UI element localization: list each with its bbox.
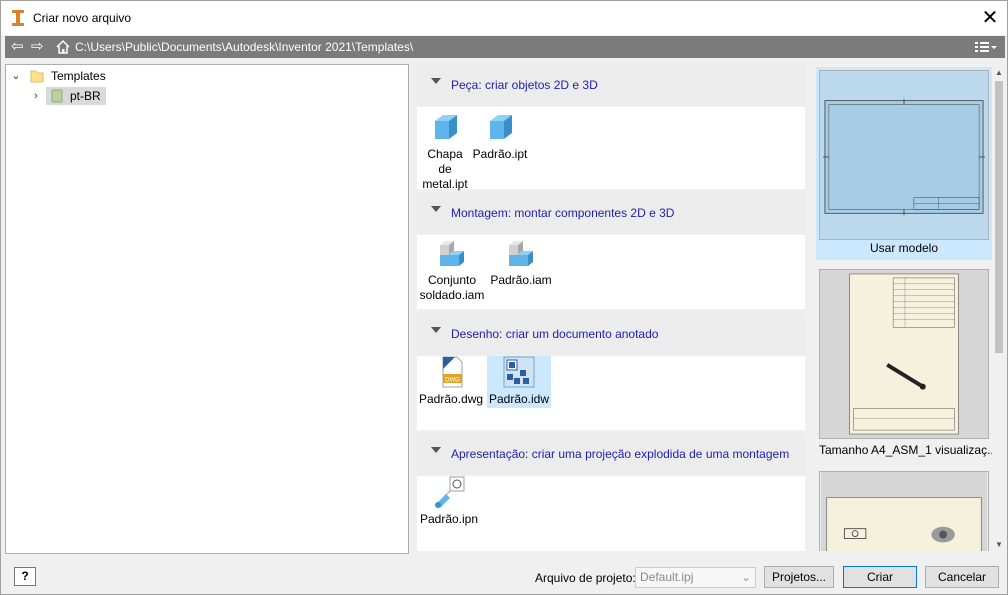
close-icon: ✕ xyxy=(981,7,999,29)
template-label: Padrão.ipt xyxy=(472,147,528,161)
tree-item-label: pt-BR xyxy=(70,89,101,103)
folder-icon xyxy=(30,70,44,83)
collapse-triangle-icon[interactable] xyxy=(431,447,441,453)
template-label: Padrão.dwg xyxy=(419,392,484,406)
back-arrow-icon[interactable]: ⇦ xyxy=(11,39,29,55)
template-categories: Peça: criar objetos 2D e 3D Chapa de met… xyxy=(417,64,805,551)
project-file-select[interactable]: Default.ipj ⌄ xyxy=(635,567,756,588)
tree-item-pt-br[interactable]: › pt-BR xyxy=(6,86,408,106)
view-options-icon[interactable] xyxy=(973,39,999,55)
help-icon: ? xyxy=(21,569,29,583)
window-title: Criar novo arquivo xyxy=(33,11,132,25)
template-item-selected[interactable]: Padrão.idw xyxy=(487,356,551,408)
scroll-thumb[interactable] xyxy=(995,81,1003,353)
category-header-part[interactable]: Peça: criar objetos 2D e 3D xyxy=(417,64,805,106)
template-label: Conjunto soldado.iam xyxy=(419,273,485,302)
category-header-drawing[interactable]: Desenho: criar um documento anotado xyxy=(417,313,805,355)
template-item[interactable]: Padrão.ipt xyxy=(471,111,529,162)
collapse-triangle-icon[interactable] xyxy=(431,78,441,84)
assembly-icon xyxy=(509,241,533,266)
template-item[interactable]: Chapa de metal.ipt xyxy=(419,111,471,192)
preview-item[interactable]: Tamanho A4_ASM_1 visualizaç... xyxy=(816,267,992,462)
sheet-preview-image xyxy=(819,70,989,240)
folder-tree: ⌄ Templates › pt-BR xyxy=(5,64,409,554)
scroll-up-arrow-icon[interactable]: ▲ xyxy=(993,67,1005,79)
category-title: Desenho: criar um documento anotado xyxy=(451,327,659,341)
collapse-triangle-icon[interactable] xyxy=(431,206,441,212)
template-preview-panel: Usar modelo Tamanho A4_ASM_1 visualizaç.… xyxy=(816,67,992,551)
preview-scrollbar[interactable]: ▲ ▼ xyxy=(993,67,1005,551)
presentation-icon xyxy=(435,476,465,508)
current-path: C:\Users\Public\Documents\Autodesk\Inven… xyxy=(75,40,414,54)
tree-item-templates[interactable]: ⌄ Templates xyxy=(6,66,408,86)
cancel-button[interactable]: Cancelar xyxy=(925,566,999,588)
projects-button[interactable]: Projetos... xyxy=(764,566,834,588)
category-title: Montagem: montar componentes 2D e 3D xyxy=(451,206,675,220)
category-header-assembly[interactable]: Montagem: montar componentes 2D e 3D xyxy=(417,192,805,234)
template-item[interactable]: Padrão.ipn xyxy=(419,476,479,527)
category-title: Apresentação: criar uma projeção explodi… xyxy=(451,447,790,461)
collapse-triangle-icon[interactable] xyxy=(431,327,441,333)
project-file-label: Arquivo de projeto: xyxy=(535,571,636,585)
expand-chevron-icon[interactable]: › xyxy=(30,86,42,106)
title-bar: Criar novo arquivo ✕ xyxy=(1,1,1007,35)
template-item[interactable]: Conjunto soldado.iam xyxy=(419,237,485,303)
dropdown-chevron-icon: ⌄ xyxy=(740,570,751,584)
home-icon[interactable] xyxy=(55,39,71,55)
help-button[interactable]: ? xyxy=(14,567,36,586)
category-body-presentation: Padrão.ipn xyxy=(417,476,805,551)
part-cube-icon xyxy=(490,115,512,139)
project-file-value: Default.ipj xyxy=(640,570,694,584)
preview-caption: Usar modelo xyxy=(869,241,939,255)
preview-item-selected[interactable]: Usar modelo xyxy=(816,67,992,260)
collapse-chevron-icon[interactable]: ⌄ xyxy=(10,66,22,86)
preview-caption: Tamanho A4_ASM_1 visualizaç... xyxy=(819,443,992,457)
idw-icon xyxy=(503,356,535,388)
template-item[interactable]: DWG Padrão.dwg xyxy=(419,356,483,408)
dwg-icon: DWG xyxy=(442,356,463,388)
template-label: Padrão.ipn xyxy=(419,512,479,526)
template-label: Chapa de metal.ipt xyxy=(422,147,468,191)
template-label: Padrão.idw xyxy=(488,392,550,406)
category-title: Peça: criar objetos 2D e 3D xyxy=(451,78,598,92)
path-bar: ⇦ ⇨ C:\Users\Public\Documents\Autodesk\I… xyxy=(5,36,1005,58)
close-button[interactable]: ✕ xyxy=(973,1,1007,35)
category-header-presentation[interactable]: Apresentação: criar uma projeção explodi… xyxy=(417,433,805,475)
category-body-part: Chapa de metal.ipt Padrão.ipt xyxy=(417,107,805,192)
assembly-icon xyxy=(440,241,464,266)
folder-icon xyxy=(51,89,63,103)
part-cube-icon xyxy=(435,115,457,139)
category-body-drawing: DWG Padrão.dwg Padrão.idw xyxy=(417,356,805,430)
template-item[interactable]: Padrão.iam xyxy=(489,237,553,288)
inventor-app-icon xyxy=(12,10,24,26)
tree-item-label: Templates xyxy=(51,69,106,83)
create-button[interactable]: Criar xyxy=(843,566,917,588)
forward-arrow-icon[interactable]: ⇨ xyxy=(31,39,49,55)
assembly-sheet-preview-image xyxy=(819,269,989,439)
preview-item[interactable] xyxy=(816,469,992,551)
drawing-sheet-preview-image xyxy=(819,471,989,551)
template-label: Padrão.iam xyxy=(490,273,552,287)
category-body-assembly: Conjunto soldado.iam Padrão.iam xyxy=(417,235,805,309)
dwg-badge: DWG xyxy=(445,378,460,384)
scroll-down-arrow-icon[interactable]: ▼ xyxy=(993,539,1005,551)
new-file-dialog: Criar novo arquivo ✕ ⇦ ⇨ C:\Users\Public… xyxy=(0,0,1008,595)
